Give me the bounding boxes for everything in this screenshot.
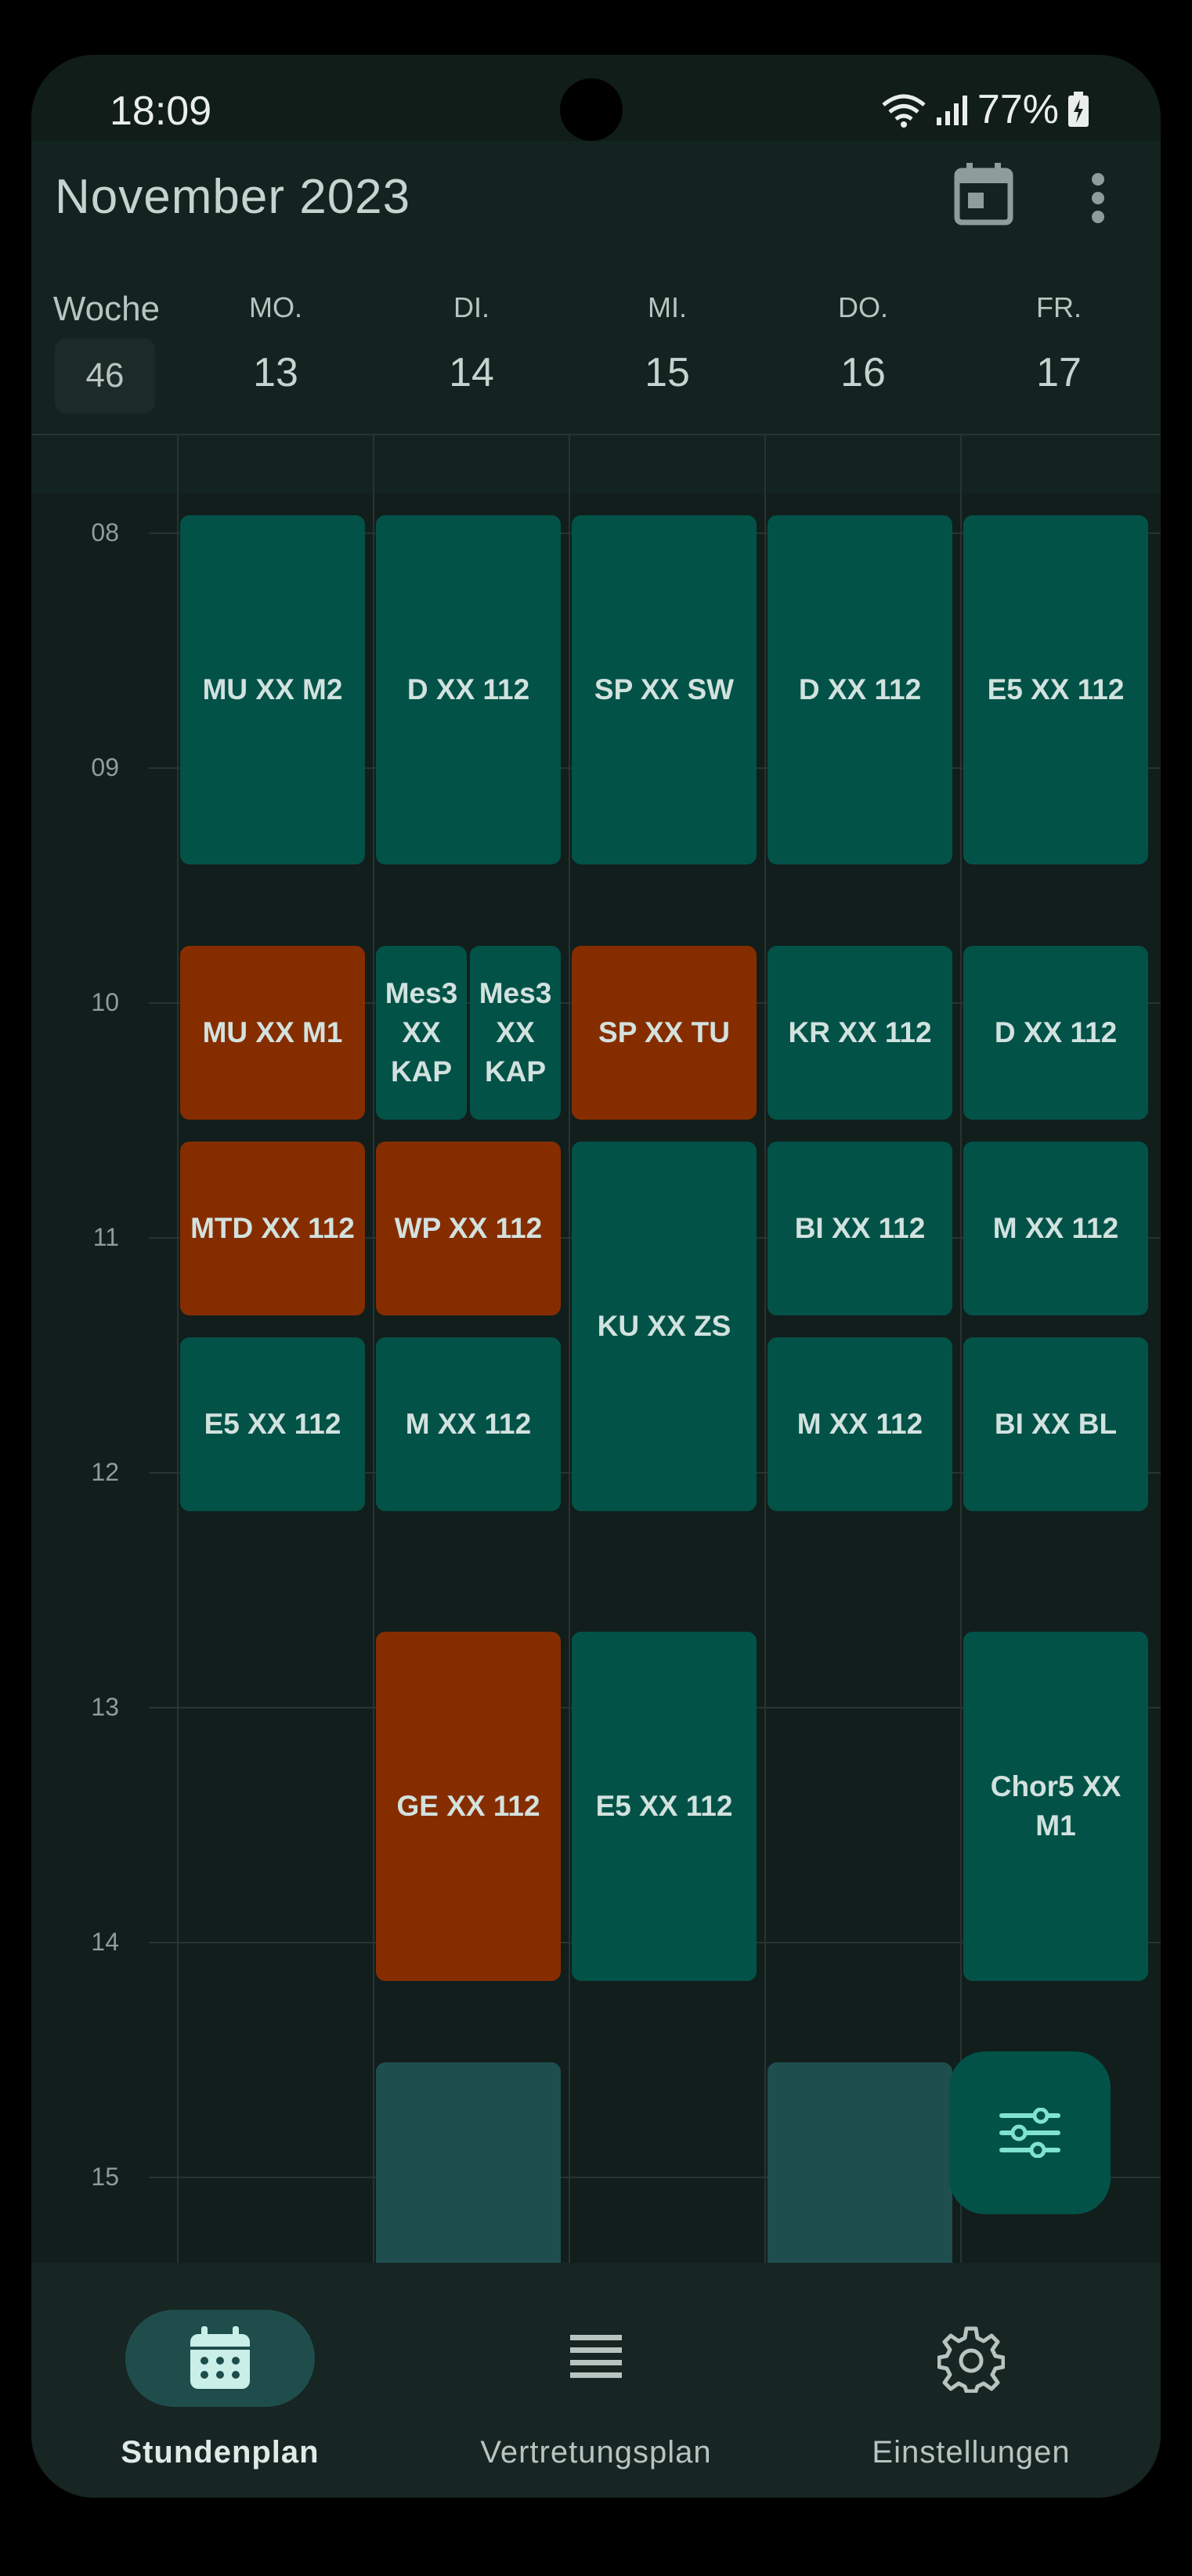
hour-label: 12 — [91, 1458, 119, 1486]
lesson-block-upcoming[interactable] — [376, 2062, 561, 2297]
week-number[interactable]: 46 — [55, 338, 155, 413]
status-indicators: 77% — [880, 86, 1090, 133]
hour-label: 08 — [91, 518, 119, 547]
nav-item-stundenplan[interactable] — [125, 2310, 315, 2407]
column-divider — [177, 434, 179, 2263]
hour-label: 13 — [91, 1693, 119, 1721]
battery-charging-icon — [1068, 92, 1089, 127]
hour-label: 11 — [92, 1223, 119, 1251]
lesson-block[interactable]: BI XX 112 — [768, 1142, 952, 1315]
phone-screen: 18:09 77% November 2023 Woche 46 MO. 13 … — [31, 55, 1161, 2498]
column-divider — [960, 434, 962, 2263]
lesson-block[interactable]: KU XX ZS — [572, 1142, 757, 1511]
lesson-block[interactable]: D XX 112 — [963, 946, 1148, 1120]
lesson-block[interactable]: Mes3 XX KAP — [470, 946, 561, 1120]
day-date-tue: 14 — [449, 350, 494, 395]
nav-label-einstellungen[interactable]: Einstellungen — [807, 2435, 1136, 2470]
lesson-block[interactable]: BI XX BL — [963, 1337, 1148, 1511]
more-vert-icon[interactable] — [1090, 172, 1106, 228]
column-divider — [764, 434, 766, 2263]
lesson-block[interactable]: M XX 112 — [376, 1337, 561, 1511]
lesson-block-upcoming[interactable] — [768, 2062, 952, 2297]
day-date-fri: 17 — [1036, 350, 1082, 395]
calendar-icon — [190, 2326, 250, 2389]
column-divider — [569, 434, 570, 2263]
lesson-block[interactable]: Chor5 XX M1 — [963, 1632, 1148, 1981]
hour-label: 10 — [91, 988, 119, 1016]
day-name-tue: DI. — [453, 291, 489, 323]
status-time: 18:09 — [110, 88, 212, 134]
hour-label: 15 — [91, 2163, 119, 2191]
week-label: Woche — [52, 290, 161, 328]
filter-fab-button[interactable] — [949, 2051, 1111, 2214]
gear-icon[interactable] — [937, 2325, 1006, 2397]
day-name-wed: MI. — [648, 291, 687, 323]
lesson-block[interactable]: MU XX M2 — [180, 515, 365, 864]
lesson-block-changed[interactable]: WP XX 112 — [376, 1142, 561, 1315]
day-date-wed: 15 — [645, 350, 690, 395]
header-divider — [31, 434, 1161, 435]
lesson-block[interactable]: SP XX SW — [572, 515, 757, 864]
day-date-mon: 13 — [253, 350, 298, 395]
list-icon[interactable] — [570, 2332, 622, 2387]
day-date-thu: 16 — [840, 350, 886, 395]
wifi-icon — [882, 94, 926, 128]
signal-icon — [936, 96, 967, 125]
day-name-thu: DO. — [837, 291, 888, 323]
hour-label: 09 — [91, 753, 119, 781]
day-name-mon: MO. — [249, 291, 302, 323]
battery-percent: 77% — [977, 87, 1059, 132]
nav-label-stundenplan[interactable]: Stundenplan — [56, 2435, 385, 2470]
calendar-today-icon[interactable] — [954, 161, 1013, 229]
lesson-block[interactable]: E5 XX 112 — [572, 1632, 757, 1981]
filter-sliders-icon — [999, 2108, 1060, 2158]
lesson-block[interactable]: D XX 112 — [768, 515, 952, 864]
lesson-block-changed[interactable]: SP XX TU — [572, 946, 757, 1120]
month-title: November 2023 — [55, 170, 411, 224]
lesson-block[interactable]: M XX 112 — [768, 1337, 952, 1511]
lesson-block[interactable]: Mes3 XX KAP — [376, 946, 467, 1120]
column-divider — [373, 434, 374, 2263]
nav-label-vertretungsplan[interactable]: Vertretungsplan — [432, 2435, 760, 2470]
lesson-block[interactable]: KR XX 112 — [768, 946, 952, 1120]
day-name-fri: FR. — [1036, 291, 1082, 323]
hour-label: 14 — [91, 1928, 119, 1956]
lesson-block-changed[interactable]: MU XX M1 — [180, 946, 365, 1120]
lesson-block-changed[interactable]: MTD XX 112 — [180, 1142, 365, 1315]
camera-cutout — [560, 78, 623, 141]
lesson-block[interactable]: M XX 112 — [963, 1142, 1148, 1315]
lesson-block[interactable]: E5 XX 112 — [180, 1337, 365, 1511]
lesson-block-changed[interactable]: GE XX 112 — [376, 1632, 561, 1981]
lesson-block[interactable]: D XX 112 — [376, 515, 561, 864]
lesson-block[interactable]: E5 XX 112 — [963, 515, 1148, 864]
